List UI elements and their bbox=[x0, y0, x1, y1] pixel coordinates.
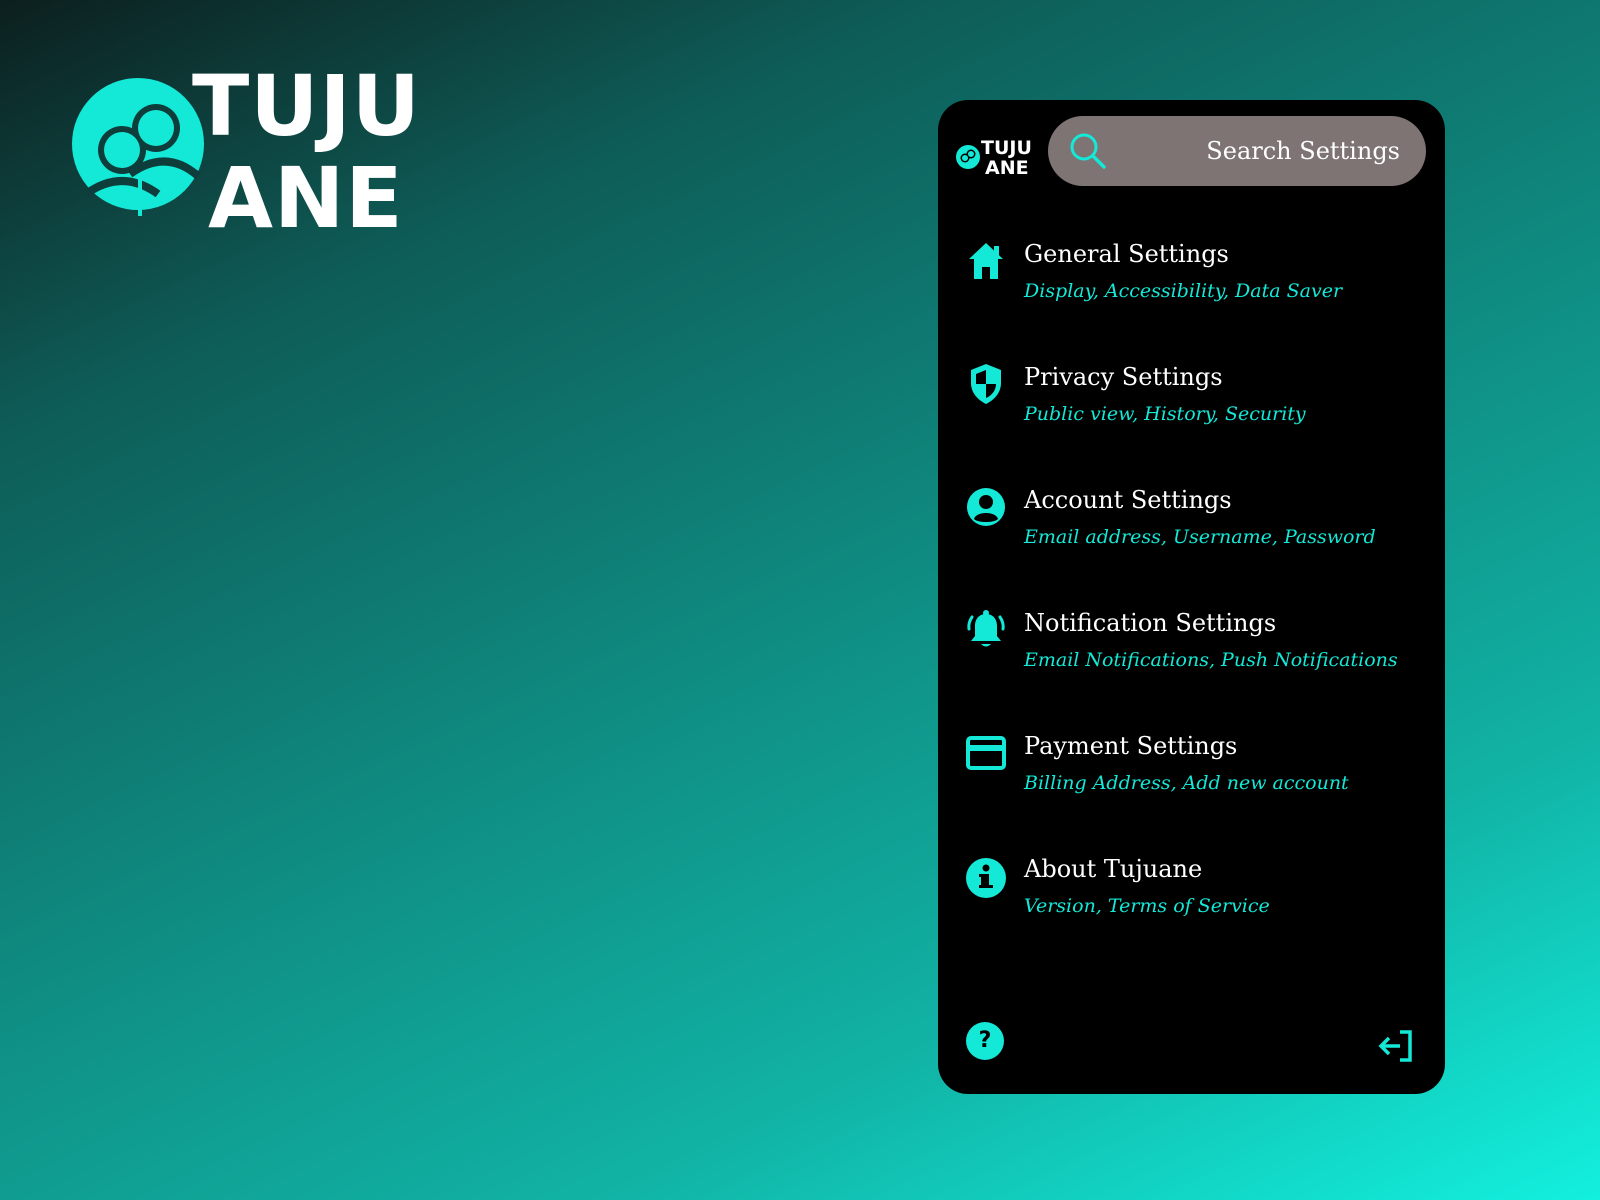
menu-item-about-tujuane[interactable]: About Tujuane Version, Terms of Service bbox=[938, 841, 1445, 964]
menu-item-privacy-settings[interactable]: Privacy Settings Public view, History, S… bbox=[938, 349, 1445, 472]
brand-logo: TUJU ANE bbox=[70, 60, 450, 244]
search-input[interactable] bbox=[1120, 116, 1400, 186]
app-logo-line-2: ANE bbox=[985, 157, 1029, 179]
info-icon bbox=[963, 853, 1009, 899]
settings-panel: TUJU ANE General Settings Display, Acces… bbox=[938, 100, 1445, 1094]
shield-icon bbox=[963, 361, 1009, 407]
people-logo-icon bbox=[956, 145, 980, 169]
brand-wordmark: TUJU ANE bbox=[192, 60, 421, 244]
brand-line-1: TUJU bbox=[192, 57, 421, 155]
app-logo-line-1: TUJU bbox=[981, 137, 1032, 159]
home-icon bbox=[963, 238, 1009, 284]
people-logo-icon bbox=[72, 78, 204, 216]
menu-item-payment-settings[interactable]: Payment Settings Billing Address, Add ne… bbox=[938, 718, 1445, 841]
menu-item-title: Notification Settings bbox=[1024, 609, 1277, 637]
menu-item-subtitle: Email Notifications, Push Notifications bbox=[1024, 649, 1398, 671]
menu-item-title: Account Settings bbox=[1024, 486, 1232, 514]
settings-menu: General Settings Display, Accessibility,… bbox=[938, 226, 1445, 964]
menu-item-notification-settings[interactable]: Notification Settings Email Notification… bbox=[938, 595, 1445, 718]
app-logo[interactable]: TUJU ANE bbox=[955, 138, 1032, 184]
menu-item-subtitle: Billing Address, Add new account bbox=[1024, 772, 1349, 794]
search-icon[interactable] bbox=[1068, 131, 1108, 171]
menu-item-subtitle: Display, Accessibility, Data Saver bbox=[1024, 280, 1343, 302]
menu-item-title: Privacy Settings bbox=[1024, 363, 1223, 391]
app-logo-wordmark: TUJU ANE bbox=[981, 138, 1032, 178]
menu-item-title: General Settings bbox=[1024, 240, 1229, 268]
menu-item-subtitle: Email address, Username, Password bbox=[1024, 526, 1376, 548]
logout-icon[interactable] bbox=[1378, 1028, 1414, 1064]
settings-header: TUJU ANE bbox=[938, 100, 1445, 210]
menu-item-general-settings[interactable]: General Settings Display, Accessibility,… bbox=[938, 226, 1445, 349]
credit-card-icon bbox=[963, 730, 1009, 776]
brand-line-2: ANE bbox=[208, 149, 404, 247]
account-icon bbox=[963, 484, 1009, 530]
search-bar[interactable] bbox=[1048, 116, 1426, 186]
menu-item-subtitle: Version, Terms of Service bbox=[1024, 895, 1270, 917]
bell-icon bbox=[963, 607, 1009, 653]
menu-item-title: About Tujuane bbox=[1024, 855, 1203, 883]
help-icon[interactable]: ? bbox=[966, 1022, 1004, 1060]
menu-item-subtitle: Public view, History, Security bbox=[1024, 403, 1306, 425]
menu-item-title: Payment Settings bbox=[1024, 732, 1238, 760]
menu-item-account-settings[interactable]: Account Settings Email address, Username… bbox=[938, 472, 1445, 595]
